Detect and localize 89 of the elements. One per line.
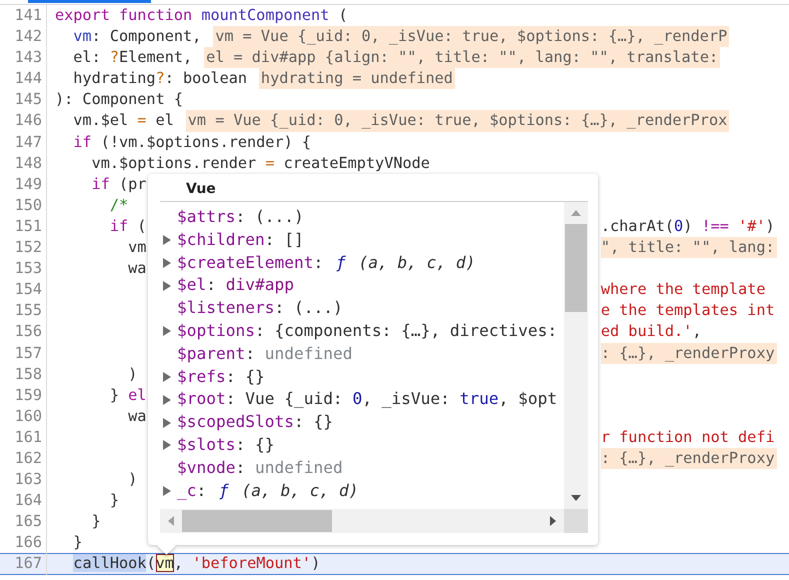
- code-text: el: ?Element,: [72, 47, 192, 68]
- code-text: if (pr: [90, 174, 146, 195]
- code-text: .charAt(0) !== '#'): [600, 216, 775, 237]
- line-number: 165: [0, 511, 47, 532]
- line-number: 146: [0, 110, 47, 132]
- property-row[interactable]: $createElement: ƒ (a, b, c, d): [160, 252, 564, 274]
- line-number: 158: [0, 364, 47, 385]
- line-number: 148: [0, 152, 47, 174]
- property-row[interactable]: $refs: {}: [160, 366, 564, 388]
- property-row[interactable]: $listeners: (...): [160, 297, 564, 320]
- line-number: 144: [0, 68, 47, 90]
- property-row[interactable]: $parent: undefined: [160, 342, 564, 366]
- expand-triangle-icon[interactable]: [163, 440, 171, 450]
- inline-value: : {…}, _renderProxy: [600, 342, 777, 364]
- line-number: 147: [0, 132, 47, 153]
- code-text: where the template: [600, 279, 766, 300]
- line-number: 164: [0, 490, 47, 512]
- popover-title: Vue: [185, 180, 217, 199]
- expand-triangle-icon[interactable]: [163, 418, 171, 428]
- line-number: 141: [0, 5, 47, 26]
- line-number: 150: [0, 194, 47, 216]
- line-number: 152: [0, 237, 47, 258]
- scroll-right-icon[interactable]: [550, 516, 556, 526]
- expand-triangle-icon[interactable]: [163, 394, 171, 405]
- vertical-scrollbar[interactable]: [564, 202, 588, 509]
- inline-value: : {…}, _renderProxy: [600, 448, 777, 470]
- expand-triangle-icon[interactable]: [163, 235, 171, 246]
- property-row[interactable]: $root: Vue {_uid: 0, _isVue: true, $opt: [160, 388, 564, 412]
- scrollbar-thumb[interactable]: [182, 510, 332, 532]
- property-row[interactable]: $scopedSlots: {}: [160, 411, 564, 434]
- line-number: 155: [0, 300, 47, 322]
- code-text: }: [90, 511, 101, 532]
- inline-value: el = div#app {align: "", title: "", lang: "", translate:: [204, 47, 720, 68]
- inline-value: hydrating = undefined: [258, 68, 455, 90]
- code-text: r function not defi: [600, 426, 775, 448]
- code-text: callHook(vm, 'beforeMount'): [72, 553, 320, 574]
- code-text: vm: Component,: [72, 26, 202, 48]
- property-row[interactable]: $slots: {}: [160, 434, 564, 457]
- code-text: }: [108, 490, 120, 512]
- property-row[interactable]: $options: {components: {…}, directives:: [160, 320, 564, 343]
- scroll-down-icon[interactable]: [571, 495, 581, 501]
- expand-triangle-icon[interactable]: [163, 258, 171, 268]
- expand-triangle-icon[interactable]: [163, 326, 171, 336]
- line-number: 162: [0, 448, 47, 470]
- code-text: ): [127, 469, 138, 490]
- property-row[interactable]: $vnode: undefined: [160, 456, 564, 480]
- code-text: ): [127, 364, 138, 385]
- code-text: vm.$options.render = createEmptyVNode: [90, 152, 430, 174]
- property-row[interactable]: _c: ƒ (a, b, c, d): [160, 480, 564, 502]
- expand-triangle-icon[interactable]: [163, 372, 171, 382]
- code-text: if (: [108, 216, 146, 237]
- scrollbar-corner: [564, 509, 588, 533]
- line-number: 156: [0, 321, 47, 342]
- line-number: 151: [0, 216, 47, 238]
- code-text: } el: [108, 384, 146, 406]
- code-text: hydrating?: boolean: [72, 68, 248, 90]
- expand-triangle-icon[interactable]: [163, 280, 171, 291]
- line-number: 157: [0, 342, 47, 364]
- line-number: 160: [0, 406, 47, 427]
- code-text: }: [72, 532, 82, 554]
- property-row[interactable]: $el: div#app: [160, 274, 564, 298]
- inline-value: ", title: "", lang:: [600, 237, 777, 258]
- code-text: wa: [127, 258, 146, 280]
- line-number: 159: [0, 384, 47, 406]
- line-number: 154: [0, 279, 47, 300]
- horizontal-scrollbar[interactable]: [160, 509, 564, 533]
- line-number: 163: [0, 469, 47, 490]
- scrollbar-thumb[interactable]: [565, 224, 587, 312]
- line-number: 153: [0, 258, 47, 280]
- code-text: e the templates int: [600, 300, 775, 322]
- line-number: 161: [0, 426, 47, 448]
- line-number: 142: [0, 26, 47, 48]
- code-text: export function mountComponent (: [55, 5, 348, 26]
- expand-triangle-icon[interactable]: [163, 486, 171, 496]
- inline-value: vm = Vue {_uid: 0, _isVue: true, $options: {…}, _renderP: [213, 26, 730, 48]
- line-number: 167: [0, 553, 47, 575]
- code-text: ed build.',: [600, 321, 702, 342]
- line-number: 149: [0, 174, 47, 195]
- code-text: if (!vm.$options.render) {: [72, 132, 312, 153]
- code-text: /*: [108, 194, 128, 216]
- code-text: wa: [127, 406, 146, 427]
- code-text: ): Component {: [55, 89, 184, 110]
- line-number: 145: [0, 89, 47, 110]
- property-row[interactable]: $children: []: [160, 228, 564, 252]
- property-row[interactable]: $attrs: (...): [160, 206, 564, 229]
- code-text: vm.$el = el: [72, 110, 174, 132]
- line-number: 143: [0, 47, 47, 68]
- inline-value: vm = Vue {_uid: 0, _isVue: true, $options: {…}, _renderProx: [186, 110, 730, 132]
- code-text: vm: [127, 237, 146, 258]
